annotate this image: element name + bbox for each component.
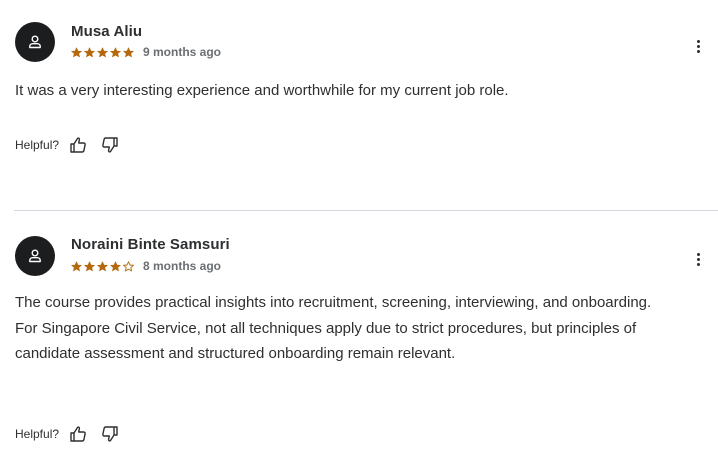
- thumbs-down-button[interactable]: [99, 423, 121, 445]
- thumbs-down-button[interactable]: [99, 134, 121, 156]
- star-filled-icon: [110, 261, 121, 271]
- review-card: Noraini Binte Samsuri 8 months ago The c…: [0, 211, 718, 458]
- helpful-row: Helpful?: [15, 134, 131, 156]
- thumbs-up-button[interactable]: [67, 423, 89, 445]
- helpful-label: Helpful?: [15, 138, 60, 152]
- thumbs-up-icon: [70, 426, 86, 442]
- star-filled-icon: [123, 47, 134, 57]
- thumbs-up-button[interactable]: [67, 134, 89, 156]
- star-filled-icon: [84, 47, 95, 57]
- avatar: [15, 22, 55, 62]
- review-text: The course provides practical insights i…: [15, 294, 652, 362]
- star-filled-icon: [71, 261, 82, 271]
- review-card: Musa Aliu 9 months ago It was a very int…: [0, 0, 718, 210]
- reviewer-name: Musa Aliu: [71, 23, 143, 40]
- kebab-menu-icon: [696, 252, 700, 256]
- user-icon: [29, 249, 41, 263]
- star-empty-icon: [123, 260, 134, 271]
- more-options-button[interactable]: [692, 249, 704, 269]
- star-rating: [71, 260, 134, 272]
- star-filled-icon: [84, 261, 95, 271]
- star-filled-icon: [110, 47, 121, 57]
- review-meta: 8 months ago: [71, 259, 221, 273]
- review-time: 8 months ago: [143, 259, 222, 273]
- avatar: [15, 236, 55, 276]
- review-text: It was a very interesting experience and…: [15, 82, 509, 99]
- more-options-button[interactable]: [692, 36, 704, 56]
- user-icon: [29, 35, 41, 49]
- star-filled-icon: [97, 261, 108, 271]
- review-time: 9 months ago: [143, 45, 222, 59]
- star-rating: [71, 47, 134, 58]
- thumbs-down-icon: [102, 137, 118, 153]
- review-meta: 9 months ago: [71, 45, 221, 59]
- kebab-menu-icon: [696, 39, 700, 43]
- thumbs-down-icon: [102, 426, 118, 442]
- star-filled-icon: [97, 47, 108, 57]
- star-filled-icon: [71, 47, 82, 57]
- helpful-label: Helpful?: [15, 427, 60, 441]
- thumbs-up-icon: [70, 137, 86, 153]
- helpful-row: Helpful?: [15, 423, 131, 445]
- reviewer-name: Noraini Binte Samsuri: [71, 236, 230, 253]
